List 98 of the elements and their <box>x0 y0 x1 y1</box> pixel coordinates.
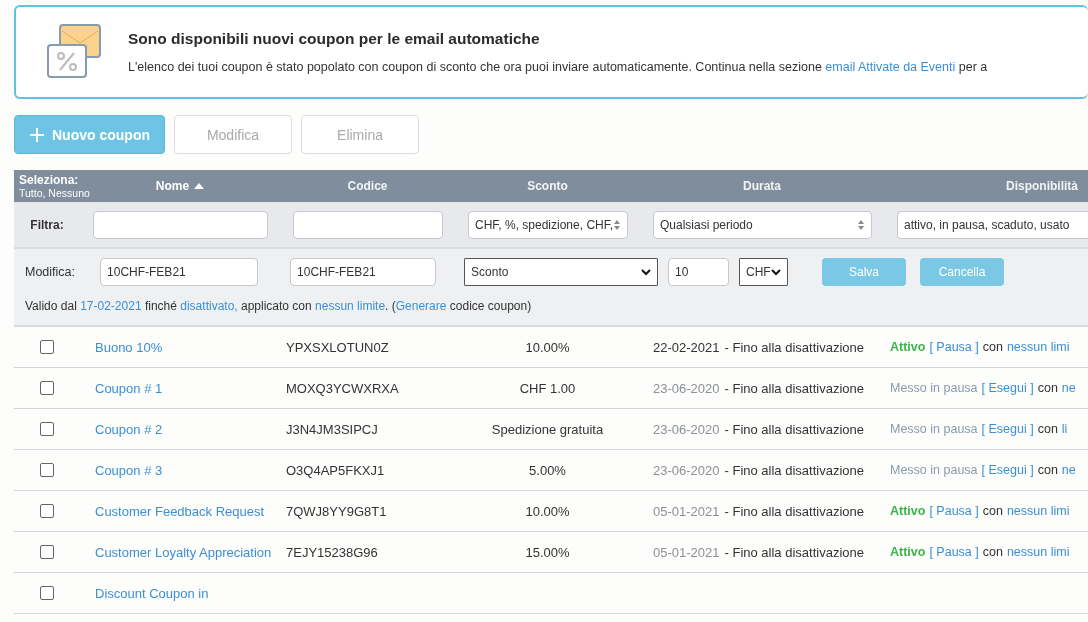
status-text: Attivo <box>890 545 926 559</box>
status-action-link[interactable]: [ Esegui ] <box>981 463 1034 477</box>
coupon-name-link[interactable]: Buono 10% <box>80 337 280 357</box>
save-button[interactable]: Salva <box>822 258 907 286</box>
start-date: 22-02-2021 <box>653 339 720 355</box>
with-text: con <box>1037 381 1058 395</box>
coupon-name-link[interactable]: Coupon # 2 <box>80 419 280 439</box>
discount-value: 10.00% <box>525 503 570 519</box>
select-label: Seleziona: <box>19 172 79 187</box>
coupon-name-link[interactable]: Coupon # 1 <box>80 378 280 398</box>
row-checkbox[interactable] <box>40 586 54 600</box>
with-text: con <box>1037 422 1058 436</box>
row-checkbox[interactable] <box>40 504 54 518</box>
limit-link[interactable]: ne <box>1061 463 1076 477</box>
type-select[interactable]: Sconto <box>464 258 659 286</box>
discount-value: 15.00% <box>525 544 570 560</box>
coupon-name-link[interactable]: Customer Loyalty Appreciation <box>80 542 280 562</box>
duration-text: - Fino alla disattivazione <box>724 339 864 355</box>
discount-value: Spedizione gratuita <box>491 421 604 437</box>
discount-value: CHF 1.00 <box>519 380 576 396</box>
status-text: Messo in pausa <box>890 381 978 395</box>
status-text: Attivo <box>890 340 926 354</box>
start-date: 23-06-2020 <box>653 380 720 396</box>
status-action-link[interactable]: [ Pausa ] <box>929 545 979 559</box>
caret-icon <box>857 218 865 231</box>
column-header[interactable]: Disponibilità <box>1006 179 1078 193</box>
status-text: Messo in pausa <box>890 463 978 477</box>
with-text: con <box>982 340 1003 354</box>
period-filter-select[interactable]: Qualsiasi periodo <box>653 210 872 239</box>
validity-text: Valido dal 17-02-2021 finché disattivato, applicato con nessun limite. (Generare codice coupon) <box>25 299 533 313</box>
row-checkbox[interactable] <box>40 463 54 477</box>
plus-icon <box>29 126 45 143</box>
chevron-down-icon <box>641 268 652 276</box>
start-date: 05-01-2021 <box>653 544 720 560</box>
currency-select[interactable]: CHF <box>739 258 789 286</box>
status-action-link[interactable]: [ Pausa ] <box>929 504 979 518</box>
coupon-code: 7EJY15238G96 <box>286 544 378 560</box>
row-checkbox[interactable] <box>40 381 54 395</box>
row-checkbox[interactable] <box>40 340 54 354</box>
with-text: con <box>982 504 1003 518</box>
duration-text: - Fino alla disattivazione <box>724 462 864 478</box>
start-date: 05-01-2021 <box>653 503 720 519</box>
coupon-name-link[interactable]: Discount Coupon in <box>80 583 280 603</box>
caret-icon <box>613 218 621 231</box>
filter-label: Filtra: <box>30 217 64 232</box>
cancel-button[interactable]: Cancella <box>920 258 1005 286</box>
code-filter-field[interactable] <box>293 210 443 239</box>
validity-link[interactable]: disattivato, <box>180 299 238 313</box>
duration-text: - Fino alla disattivazione <box>724 544 864 560</box>
new-coupon-button[interactable]: Nuovo coupon <box>14 115 165 154</box>
column-header[interactable]: Nome <box>155 179 190 193</box>
banner-text: L'elenco dei tuoi coupon è stato popolato con coupon di sconto che ora puoi inviare automaticamente. Continua nella sezione email Attivate da Eventi per a <box>128 60 988 74</box>
coupon-code: O3Q4AP5FKXJ1 <box>286 462 385 478</box>
duration-text: - Fino alla disattivazione <box>724 380 864 396</box>
limit-link[interactable]: nessun limi <box>1006 545 1070 559</box>
coupon-code: MOXQ3YCWXRXA <box>286 380 399 396</box>
status-action-link[interactable]: [ Pausa ] <box>929 340 979 354</box>
validity-link[interactable]: Generare <box>395 299 447 313</box>
discount-filter-select[interactable]: CHF, %, spedizione, CHF, <box>468 210 628 239</box>
column-header[interactable]: Codice <box>347 179 388 193</box>
discount-value: 5.00% <box>529 462 566 478</box>
coupon-name-link[interactable]: Customer Feedback Request <box>80 501 280 521</box>
row-checkbox[interactable] <box>40 422 54 436</box>
limit-link[interactable]: ne <box>1061 381 1076 395</box>
status-text: Attivo <box>890 504 926 518</box>
banner-title: Sono disponibili nuovi coupon per le email automatiche <box>128 30 541 48</box>
limit-link[interactable]: nessun limi <box>1006 504 1070 518</box>
name-input[interactable]: 10CHF-FEB21 <box>100 258 259 286</box>
coupon-name-link[interactable]: Coupon # 3 <box>80 460 280 480</box>
limit-link[interactable]: li <box>1061 422 1068 436</box>
start-date: 23-06-2020 <box>653 421 720 437</box>
start-date: 23-06-2020 <box>653 462 720 478</box>
coupon-envelope-icon <box>46 23 104 81</box>
name-filter-field[interactable] <box>93 210 268 239</box>
code-input[interactable]: 10CHF-FEB21 <box>290 258 437 286</box>
select-all-none-links[interactable]: Tutto, Nessuno <box>19 186 90 200</box>
duration-text: - Fino alla disattivazione <box>724 503 864 519</box>
events-email-link[interactable]: email Attivate da Eventi <box>825 60 956 74</box>
coupon-code: J3N4JM3SIPCJ <box>286 421 378 437</box>
validity-link[interactable]: 17-02-2021 <box>80 299 142 313</box>
discount-value: 10.00% <box>525 339 570 355</box>
availability-filter-select[interactable]: attivo, in pausa, scaduto, usato <box>897 210 1088 239</box>
coupon-code: YPXSXLOTUN0Z <box>286 339 389 355</box>
edit-label: Modifica: <box>25 265 76 279</box>
status-text: Messo in pausa <box>890 422 978 436</box>
with-text: con <box>982 545 1003 559</box>
with-text: con <box>1037 463 1058 477</box>
chevron-down-icon <box>771 268 782 276</box>
amount-input[interactable]: 10 <box>668 258 730 286</box>
status-action-link[interactable]: [ Esegui ] <box>981 381 1034 395</box>
coupon-code: 7QWJ8YY9G8T1 <box>286 503 387 519</box>
sort-up-icon <box>194 183 205 189</box>
duration-text: - Fino alla disattivazione <box>724 421 864 437</box>
limit-link[interactable]: nessun limi <box>1006 340 1070 354</box>
column-header[interactable]: Sconto <box>527 179 568 193</box>
status-action-link[interactable]: [ Esegui ] <box>981 422 1034 436</box>
column-header[interactable]: Durata <box>743 179 781 193</box>
row-checkbox[interactable] <box>40 545 54 559</box>
